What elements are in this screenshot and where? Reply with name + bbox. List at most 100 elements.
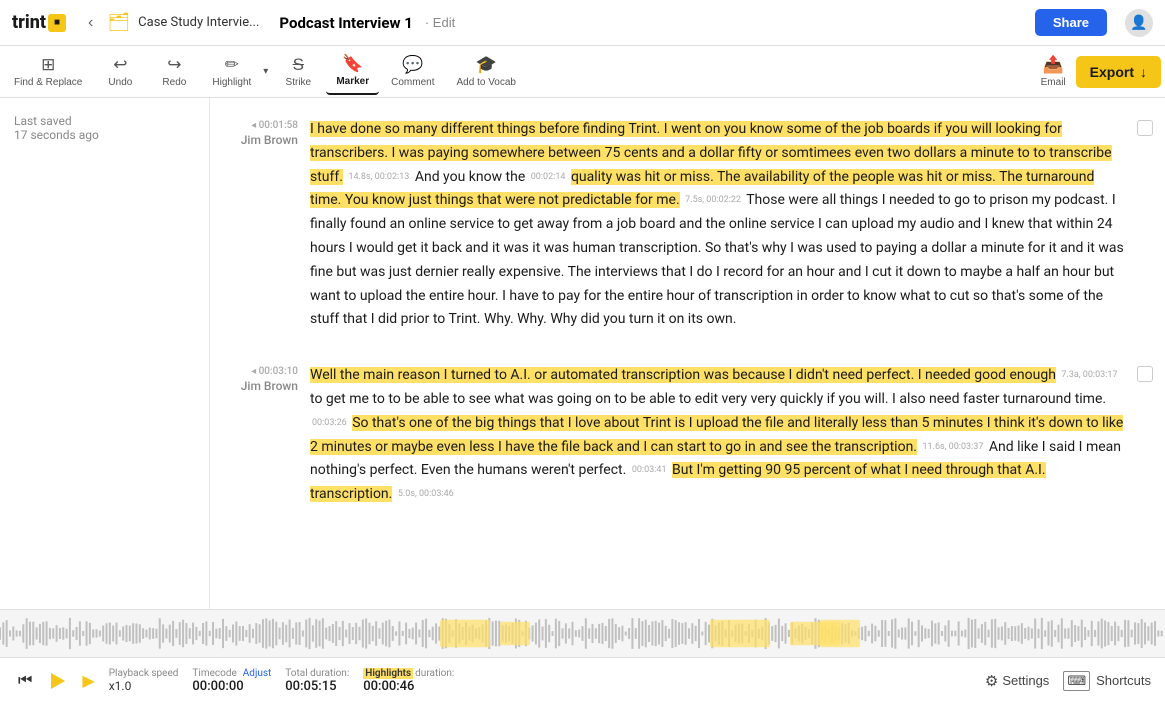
saved-label: Last saved <box>14 114 195 128</box>
highlights-value: 00:00:46 <box>363 679 454 694</box>
text-col-1[interactable]: I have done so many different things bef… <box>310 118 1125 332</box>
strike-label: Strike <box>286 77 312 88</box>
keyboard-icon: ⌨ <box>1063 671 1090 691</box>
find-replace-button[interactable]: ⊞ Find & Replace <box>4 49 92 94</box>
add-vocab-label: Add to Vocab <box>457 77 517 88</box>
speaker-1: ◂ 00:01:58 Jim Brown <box>230 118 310 332</box>
playback-label: Playback speed <box>109 668 179 679</box>
export-area: 📤 Email Export ↓ <box>1031 49 1161 94</box>
logo: trint ■ <box>12 12 66 33</box>
timecode-section: Timecode Adjust 00:00:00 <box>192 668 271 694</box>
highlights-label-row: Highlights duration: <box>363 668 454 679</box>
speaker-name-2: Jim Brown <box>230 379 298 393</box>
editor[interactable]: ◂ 00:01:58 Jim Brown I have done so many… <box>210 98 1165 609</box>
settings-label: Settings <box>1002 673 1049 688</box>
add-vocab-icon: 🎓 <box>476 55 497 75</box>
play-icon <box>51 673 65 689</box>
highlights-keyword: Highlights <box>363 668 413 679</box>
inline-timecode: 00:02:14 <box>531 170 566 185</box>
inline-timecode: 14.8s, 00:02:13 <box>348 170 409 185</box>
duration-value: 00:05:15 <box>285 679 349 694</box>
settings-button[interactable]: ⚙ Settings <box>985 672 1049 690</box>
text-plain-2: Those were all things I needed to go to … <box>310 192 1124 327</box>
waveform-svg <box>0 610 1165 657</box>
comment-button[interactable]: 💬 Comment <box>381 49 444 94</box>
back-button[interactable]: ‹ <box>82 12 99 34</box>
undo-label: Undo <box>108 77 132 88</box>
marker-button[interactable]: 🔖 Marker <box>326 48 379 95</box>
playback-val: x1.0 <box>109 679 179 693</box>
share-button[interactable]: Share <box>1035 9 1107 36</box>
inline-timecode-2c: 11.6s, 00:03:37 <box>922 440 983 455</box>
highlights-section: Highlights duration: 00:00:46 <box>363 668 454 694</box>
text-plain: And you know the <box>415 169 529 185</box>
header: trint ■ ‹ 🗂 Case Study Intervie... Podca… <box>0 0 1165 46</box>
export-label: Export <box>1090 64 1134 80</box>
text-col-2[interactable]: Well the main reason I turned to A.I. or… <box>310 364 1125 507</box>
inline-timecode-2b: 00:03:26 <box>312 416 347 431</box>
speed-section: Playback speed x1.0 <box>109 668 179 693</box>
strike-button[interactable]: S Strike <box>272 49 324 94</box>
segment-2-content: ◂ 00:03:10 Jim Brown Well the main reaso… <box>230 364 1125 507</box>
email-icon: 📤 <box>1043 55 1064 75</box>
highlight-icon: ✏ <box>225 55 239 75</box>
undo-button[interactable]: ↩ Undo <box>94 49 146 94</box>
redo-icon: ↪ <box>167 55 181 75</box>
timecode-label: Timecode <box>192 668 236 679</box>
add-vocab-button[interactable]: 🎓 Add to Vocab <box>447 49 527 94</box>
rewind-button[interactable]: ⏮ <box>14 670 36 692</box>
segment-2-checkbox[interactable] <box>1137 366 1153 382</box>
highlight-span-2a: Well the main reason I turned to A.I. or… <box>310 367 1056 383</box>
marker-label: Marker <box>336 76 369 87</box>
forward-button[interactable]: ▶ <box>78 669 98 693</box>
segment-2: ◂ 00:03:10 Jim Brown Well the main reaso… <box>230 364 1125 507</box>
highlight-group: ✏ Highlight ▾ <box>202 49 270 94</box>
highlight-chevron[interactable]: ▾ <box>261 66 270 77</box>
export-button[interactable]: Export ↓ <box>1076 56 1161 88</box>
segment-1-content: ◂ 00:01:58 Jim Brown I have done so many… <box>230 118 1125 332</box>
speaker-name-1: Jim Brown <box>230 133 298 147</box>
user-avatar[interactable]: 👤 <box>1125 9 1153 37</box>
play-button[interactable] <box>42 666 72 696</box>
segment-1-checkbox[interactable] <box>1137 120 1153 136</box>
adjust-button[interactable]: Adjust <box>243 668 272 679</box>
sidebar: Last saved 17 seconds ago <box>0 98 210 609</box>
logo-icon: ■ <box>48 14 66 32</box>
highlights-label: duration: <box>415 668 454 679</box>
doc-title: Podcast Interview 1 <box>279 14 412 32</box>
duration-label: Total duration: <box>285 668 349 679</box>
breadcrumb: Case Study Intervie... <box>138 15 259 30</box>
shortcuts-button[interactable]: ⌨ Shortcuts <box>1063 671 1151 691</box>
timecode-value: 00:00:00 <box>192 679 271 694</box>
redo-button[interactable]: ↪ Redo <box>148 49 200 94</box>
waveform[interactable] <box>0 609 1165 657</box>
email-button[interactable]: 📤 Email <box>1031 49 1076 94</box>
highlight-button[interactable]: ✏ Highlight <box>202 49 261 94</box>
main: Last saved 17 seconds ago ◂ 00:01:58 Jim… <box>0 98 1165 609</box>
strike-icon: S <box>293 55 304 75</box>
inline-timecode: 7.5s, 00:02:22 <box>685 193 741 208</box>
saved-time: 17 seconds ago <box>14 128 195 142</box>
timecode-label-row: Timecode Adjust <box>192 668 271 679</box>
highlight-label: Highlight <box>212 77 251 88</box>
find-replace-label: Find & Replace <box>14 77 82 88</box>
timecode-2: ◂ 00:03:10 <box>230 366 298 377</box>
inline-timecode-2a: 7.3a, 00:03:17 <box>1061 368 1117 383</box>
gear-icon: ⚙ <box>985 672 998 690</box>
undo-icon: ↩ <box>113 55 127 75</box>
comment-icon: 💬 <box>402 55 423 75</box>
find-replace-icon: ⊞ <box>41 55 55 75</box>
edit-button[interactable]: · Edit <box>425 15 455 30</box>
speaker-2: ◂ 00:03:10 Jim Brown <box>230 364 310 507</box>
redo-label: Redo <box>162 77 186 88</box>
comment-label: Comment <box>391 77 434 88</box>
logo-text: trint <box>12 12 46 33</box>
email-label: Email <box>1041 77 1066 88</box>
text-plain-2a: to get me to to be able to see what was … <box>310 391 1106 407</box>
shortcuts-label: Shortcuts <box>1096 673 1151 688</box>
bottom-bar: ⏮ ▶ Playback speed x1.0 Timecode Adjust … <box>0 657 1165 703</box>
marker-icon: 🔖 <box>342 54 363 74</box>
timecode-1: ◂ 00:01:58 <box>230 120 298 131</box>
segment-1: ◂ 00:01:58 Jim Brown I have done so many… <box>230 118 1125 332</box>
inline-timecode-2e: 5.0s, 00:03:46 <box>398 487 454 502</box>
